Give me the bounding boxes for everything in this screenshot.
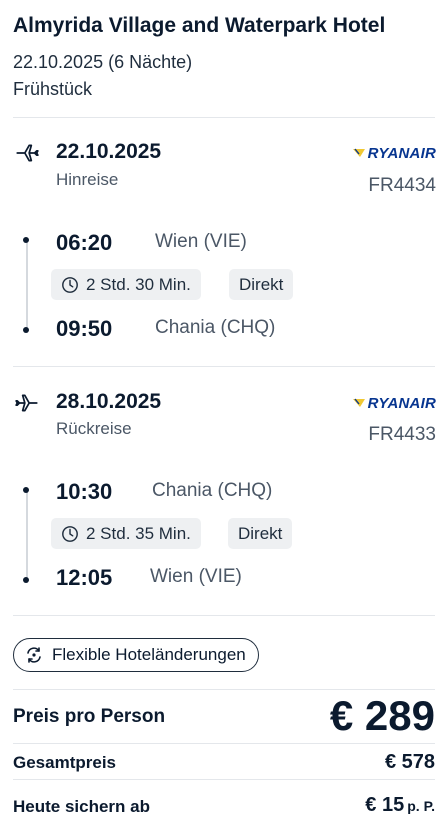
airline-name: RYANAIR — [367, 144, 436, 162]
airline-name: RYANAIR — [367, 394, 436, 412]
timeline-dot — [23, 237, 29, 243]
ryanair-harp-icon — [352, 398, 365, 407]
stay-dates: 22.10.2025 (6 Nächte) — [13, 52, 193, 72]
outbound-depart-time: 06:20 — [56, 230, 113, 255]
outbound-flight-number: FR4434 — [368, 175, 436, 196]
clock-icon — [62, 276, 78, 293]
secure-today-amount: € 15 — [365, 794, 405, 816]
divider — [13, 117, 435, 118]
total-price-value: € 578 — [384, 751, 435, 773]
direct-chip: Direkt — [229, 269, 294, 300]
clock-icon — [62, 525, 78, 542]
direct-text: Direkt — [239, 274, 284, 294]
outbound-depart-city: Wien (VIE) — [155, 231, 247, 252]
duration-chip: 2 Std. 30 Min. — [51, 269, 201, 300]
return-flight-number: FR4433 — [368, 424, 436, 445]
duration-text: 2 Std. 35 Min. — [86, 523, 191, 543]
flexible-hotel-changes-button[interactable]: Flexible Hoteländerungen — [13, 638, 259, 672]
return-date: 28.10.2025 — [56, 390, 162, 413]
price-per-person-label: Preis pro Person — [13, 706, 166, 727]
total-price-label: Gesamtpreis — [13, 753, 116, 772]
outbound-arrive-time: 09:50 — [56, 316, 113, 341]
outbound-date: 22.10.2025 — [56, 140, 162, 163]
timeline-dot — [23, 327, 29, 333]
divider — [13, 743, 435, 744]
duration-chip: 2 Std. 35 Min. — [51, 518, 201, 549]
direct-text: Direkt — [238, 523, 283, 543]
timeline-line — [26, 243, 28, 328]
ryanair-logo: RYANAIR — [352, 143, 436, 163]
board-type: Frühstück — [13, 79, 93, 99]
divider — [13, 779, 435, 780]
price-per-person-value: € 289 — [329, 692, 435, 739]
return-label: Rückreise — [56, 419, 132, 438]
outbound-arrive-city: Chania (CHQ) — [155, 317, 276, 338]
timeline-line — [26, 492, 28, 578]
timeline-dot — [23, 487, 29, 493]
plane-arrival-icon — [15, 394, 38, 412]
divider — [13, 366, 435, 367]
return-arrive-time: 12:05 — [56, 565, 113, 590]
ryanair-harp-icon — [352, 148, 365, 157]
secure-today-label: Heute sichern ab — [13, 797, 150, 816]
plane-departure-icon — [16, 144, 39, 162]
return-depart-city: Chania (CHQ) — [152, 480, 273, 501]
return-arrive-city: Wien (VIE) — [150, 566, 242, 587]
hotel-title: Almyrida Village and Waterpark Hotel — [13, 14, 386, 37]
per-person-unit: p. P. — [407, 798, 435, 814]
ryanair-logo: RYANAIR — [352, 393, 436, 413]
return-depart-time: 10:30 — [56, 479, 113, 504]
flexible-hotel-changes-label: Flexible Hoteländerungen — [52, 645, 246, 664]
outbound-label: Hinreise — [56, 170, 119, 189]
duration-text: 2 Std. 30 Min. — [86, 274, 191, 294]
divider — [13, 615, 435, 616]
flex-change-icon — [27, 647, 41, 663]
timeline-dot — [23, 577, 29, 583]
direct-chip: Direkt — [228, 518, 293, 549]
secure-today-value: € 15 p. P. — [365, 794, 435, 817]
divider — [13, 689, 435, 690]
